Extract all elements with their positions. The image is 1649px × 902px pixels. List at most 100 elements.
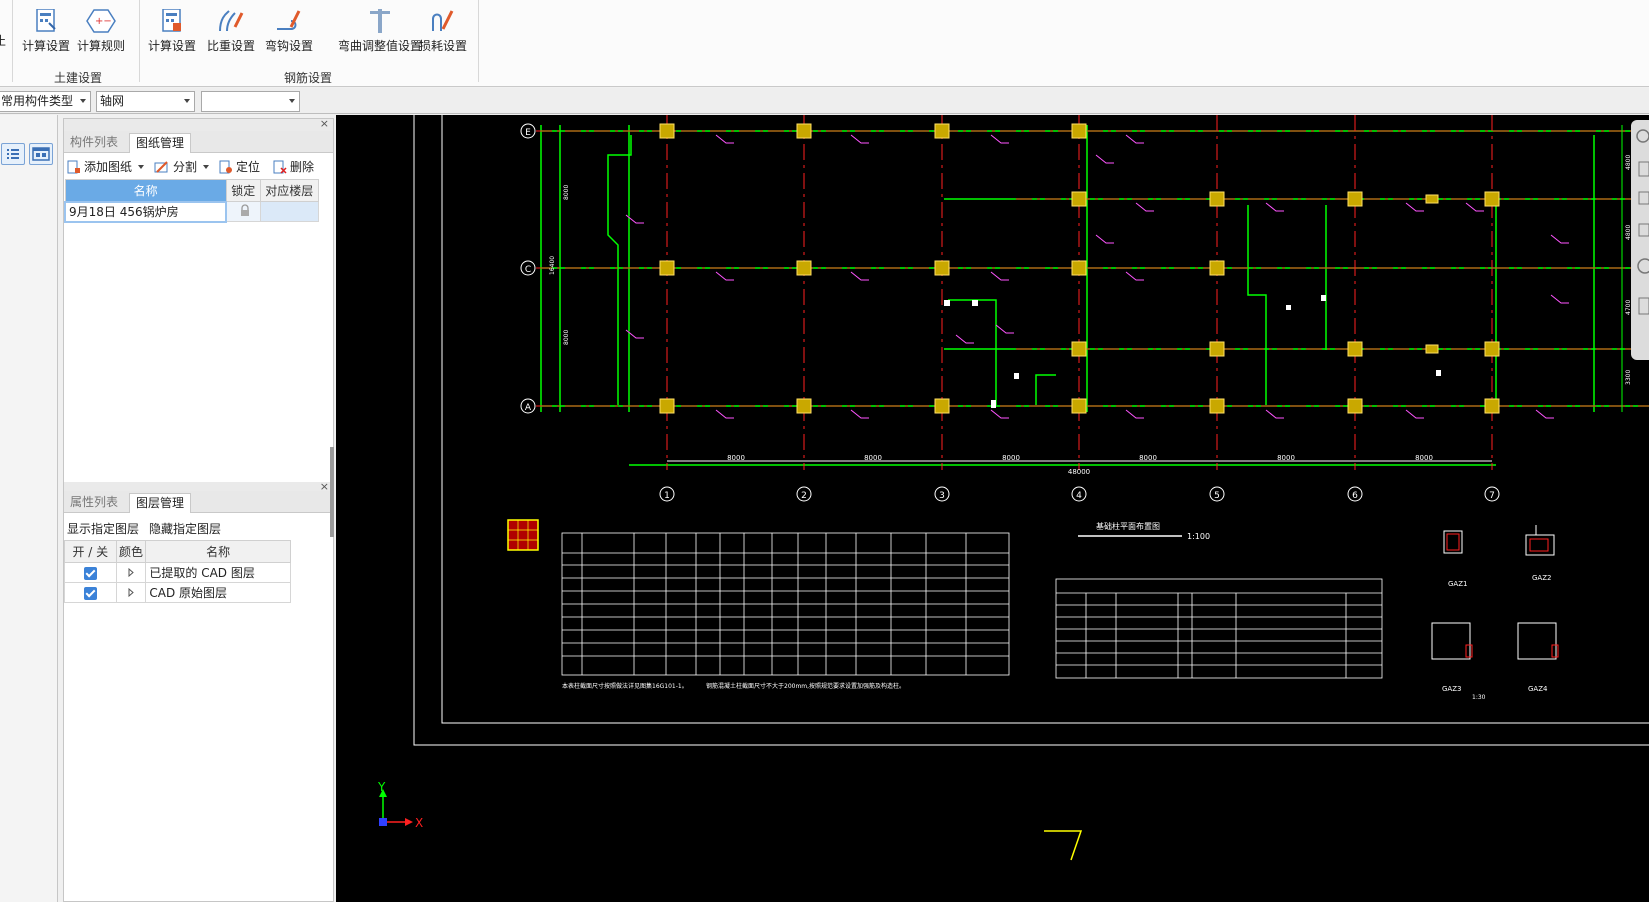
loss-settings-button[interactable]: 损耗设置 [418,0,468,54]
ribbon-separator [12,0,13,82]
view-mode-strip [0,115,58,902]
component-select[interactable]: 轴网 [96,91,195,112]
list-view-button[interactable] [1,143,25,165]
component-toolbar: 常用构件类型 轴网 [0,88,1649,114]
component-type-select[interactable]: 常用构件类型 [0,91,91,112]
list-icon [7,149,19,159]
tab-drawing-management[interactable]: 图纸管理 [129,133,192,153]
rebar-calc-settings-button[interactable]: 计算设置 [148,0,196,54]
side-panel: × 构件列表 图纸管理 添加图纸 分割 定位 删除 名称 锁定 对应楼层 9月1… [63,117,334,902]
layer-toggle-cell[interactable] [64,562,117,583]
lock-cell[interactable] [225,201,261,222]
drawing-inner-frame [441,115,1649,724]
dimension-label: 8000 [563,185,570,200]
table-row[interactable]: CAD 原始图层 [64,582,291,603]
checkbox[interactable] [83,566,97,580]
dimension-label: 3300 [1625,370,1632,385]
layer-color-cell[interactable] [115,562,147,583]
detail-scale: 1:30 [1472,694,1486,701]
layer-toggle-cell[interactable] [64,582,117,603]
chevron-down-icon [184,99,190,103]
detail-rebar [1446,533,1559,658]
ucs-x-label: X [415,816,423,830]
layer-panel-tabs: 属性列表 图层管理 [64,491,333,513]
table-row[interactable]: 已提取的 CAD 图层 [64,562,291,583]
delete-button[interactable]: 删除 [273,158,314,175]
hook-settings-button[interactable]: 弯钩设置 [264,0,314,54]
tab-component-list[interactable]: 构件列表 [64,133,124,153]
dimension-label: 16400 [549,256,556,275]
layer-name-cell[interactable]: CAD 原始图层 [145,582,291,603]
annotation-blocks [944,295,1441,408]
layer-name-cell[interactable]: 已提取的 CAD 图层 [145,562,291,583]
component-tags [625,134,1569,419]
ribbon-separator [139,0,140,82]
split-icon [154,160,168,173]
column-axis-label: 2 [801,491,807,501]
civil-calc-rules-button[interactable]: +− 计算规则 [76,0,126,54]
card-view-icon [32,147,50,161]
row-axis-label: C [525,265,531,275]
calc-settings-icon [36,9,56,32]
cad-canvas[interactable]: E C A 8000 16400 8000 4800 4800 4700 330… [336,115,1649,902]
panel-splitter[interactable] [330,447,334,537]
detail-label: GAZ2 [1532,574,1551,582]
card-view-button[interactable] [29,143,53,165]
ucs-y-label: Y [377,780,386,794]
detail-sections [1431,525,1557,660]
span-dimension: 8000 [727,454,745,462]
drawing-table-header: 名称 锁定 对应楼层 [64,179,320,202]
locate-button[interactable]: 定位 [219,158,260,175]
drawing-panel-titlebar: × [64,117,333,131]
partial-mark [1044,830,1083,861]
foundation-table [1055,578,1383,679]
layer-color-cell[interactable] [115,582,147,603]
show-layers-button[interactable]: 显示指定图层 [67,520,139,537]
density-settings-icon [219,10,244,32]
drawing-name-cell[interactable]: 9月18日 456锅炉房 [63,200,228,223]
layer-table: 开 / 关 颜色 名称 已提取的 CAD 图层 CAD 原始图层 [64,540,291,603]
chevron-down-icon [80,99,86,103]
column-header-name[interactable]: 名称 [64,179,227,202]
column-header-locked[interactable]: 锁定 [225,179,261,202]
delete-icon [273,160,287,174]
close-icon[interactable]: × [320,117,329,130]
tab-layer-management[interactable]: 图层管理 [129,493,192,513]
detail-label: GAZ4 [1528,685,1548,693]
zoom-icon[interactable] [1631,120,1649,360]
column-header-color[interactable]: 颜色 [115,540,147,563]
calc-rules-icon: +− [86,9,116,33]
rebar-calc-settings-icon [162,9,181,32]
hide-layers-button[interactable]: 隐藏指定图层 [149,520,221,537]
rebar-settings-group-label: 钢筋设置 [284,71,333,85]
ucs-icon [379,789,413,826]
column-header-toggle[interactable]: 开 / 关 [64,540,117,563]
chevron-down-icon [289,99,295,103]
expand-arrow-icon[interactable] [127,567,135,577]
lock-icon [240,203,249,216]
density-settings-button[interactable]: 比重设置 [206,0,256,54]
legend-hatch [507,519,539,551]
tab-property-list[interactable]: 属性列表 [64,493,124,513]
expand-arrow-icon[interactable] [127,587,135,597]
ribbon-separator [478,0,479,82]
split-button[interactable]: 分割 [154,158,210,175]
chevron-down-icon [138,164,145,169]
drawing-frame [413,115,1649,746]
column-header-floor[interactable]: 对应楼层 [259,179,320,202]
civil-settings-group-label: 土建设置 [54,71,103,85]
sub-component-select[interactable] [201,91,300,112]
row-axis-label: A [525,403,532,413]
column-axis-label: 7 [1489,491,1495,501]
schedule-note: 本表柱截面尺寸按照做法详见图集16G101-1。 [562,682,688,690]
table-row[interactable]: 9月18日 456锅炉房 [63,200,320,223]
civil-calc-settings-button[interactable]: 计算设置 [22,0,70,54]
add-drawing-button[interactable]: 添加图纸 [67,158,145,175]
checkbox[interactable] [83,586,97,600]
floor-cell[interactable] [259,201,320,222]
column-header-layer-name[interactable]: 名称 [145,540,291,563]
locate-icon [219,160,232,173]
axis-lines [536,115,1649,470]
chevron-down-icon [203,164,210,169]
navigation-bar[interactable] [1631,120,1649,360]
